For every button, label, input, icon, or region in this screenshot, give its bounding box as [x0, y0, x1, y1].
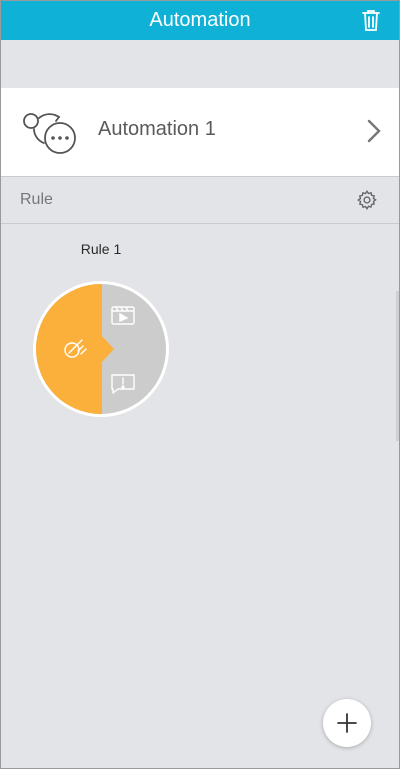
chevron-right-icon [367, 119, 381, 143]
automation-item[interactable]: Automation 1 [1, 88, 399, 176]
page-title: Automation [149, 9, 251, 31]
plus-icon [337, 713, 357, 733]
app-screen: Automation Automation 1 Rule Rule 1 [0, 0, 400, 769]
add-rule-button[interactable] [323, 699, 371, 747]
app-header: Automation [1, 1, 399, 40]
gear-icon[interactable] [356, 189, 378, 211]
scrollbar[interactable] [396, 291, 399, 441]
trash-icon[interactable] [359, 8, 383, 32]
rule-circle[interactable] [31, 279, 171, 419]
rule-section-header: Rule [1, 176, 399, 224]
cycle-chat-icon [23, 113, 76, 154]
automation-name: Automation 1 [98, 118, 216, 140]
rule-section-label: Rule [20, 191, 53, 208]
rule-name: Rule 1 [80, 241, 122, 257]
